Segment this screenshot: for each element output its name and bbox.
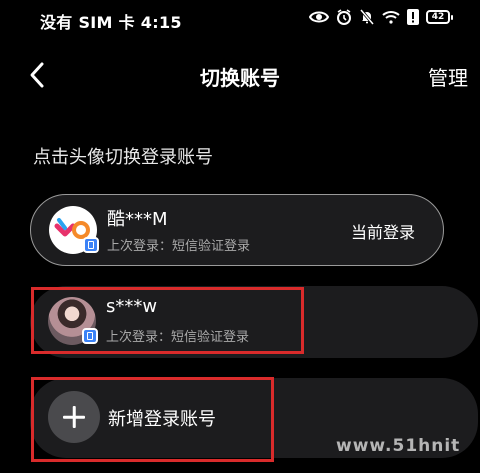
- account-name: 酷***M: [107, 209, 168, 230]
- last-login-text: 上次登录：短信验证登录: [107, 239, 251, 254]
- page-title: 切换账号: [200, 66, 280, 90]
- manage-button[interactable]: 管理: [428, 62, 468, 91]
- current-login-label: 当前登录: [350, 223, 415, 242]
- switch-hint-text: 点击头像切换登录账号: [33, 147, 213, 168]
- eye-icon: [309, 10, 329, 24]
- phone-badge-icon: [83, 237, 99, 253]
- wifi-icon: [382, 10, 400, 24]
- carrier-time-text: 没有 SIM 卡 4:15: [40, 13, 182, 32]
- highlight-box: [31, 287, 304, 354]
- watermark-text: www.51hnit: [336, 436, 461, 456]
- battery-icon: 42: [426, 10, 453, 24]
- mute-bell-icon: [359, 9, 375, 25]
- alarm-icon: [336, 9, 352, 25]
- status-bar: 没有 SIM 卡 4:15 42: [0, 0, 480, 36]
- status-icons: 42: [309, 9, 453, 25]
- highlight-box: [31, 377, 274, 462]
- alert-icon: [407, 9, 419, 25]
- nav-bar: 切换账号 管理: [0, 52, 480, 98]
- account-card-current[interactable]: 酷***M 上次登录：短信验证登录 当前登录: [30, 194, 444, 266]
